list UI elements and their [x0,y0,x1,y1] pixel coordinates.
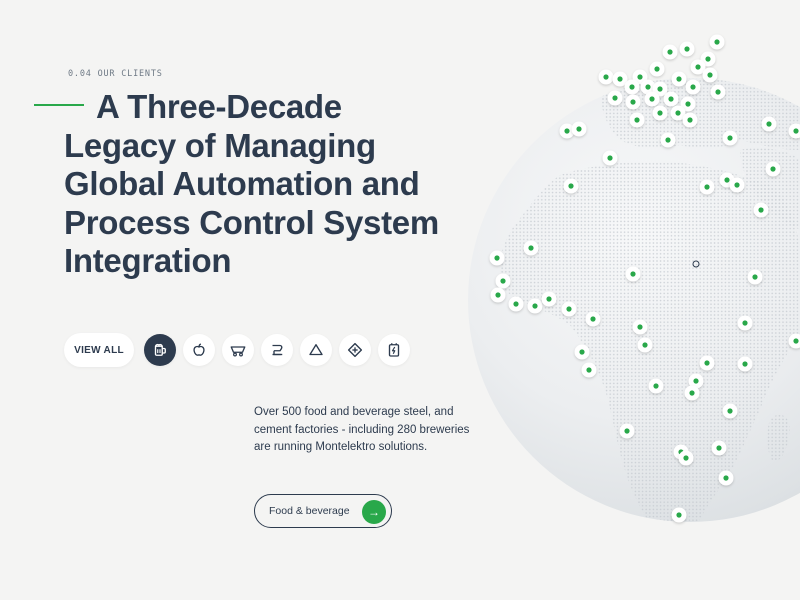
client-marker-dot [676,512,682,518]
client-marker-dot [657,86,663,92]
mining-cart-icon [230,346,246,357]
clients-description: Over 500 food and beverage steel, and ce… [254,406,470,453]
client-marker-dot [590,316,596,322]
client-marker-dot [642,342,648,348]
client-marker-dot [707,72,713,78]
client-marker-dot [586,367,592,373]
client-marker-dot [500,278,506,284]
client-marker-dot [752,274,758,280]
client-marker-dot [704,360,710,366]
client-marker-dot [667,49,673,55]
client-marker-dot [734,182,740,188]
client-marker-dot [657,110,663,116]
client-marker-dot [630,99,636,105]
client-marker-dot [513,301,519,307]
client-marker-dot [727,408,733,414]
client-marker-dot [766,121,772,127]
client-marker-dot [714,39,720,45]
client-marker-dot [568,183,574,189]
client-marker-dot [687,117,693,123]
client-marker-dot [684,46,690,52]
client-marker-dot [649,96,655,102]
category-food-button[interactable] [183,334,215,366]
diamond-plus-icon [347,342,363,358]
food-beverage-button[interactable]: Food & beverage → [254,494,392,528]
client-marker-dot [607,155,613,161]
client-marker-dot [695,64,701,70]
client-marker-dot [676,76,682,82]
client-marker-dot [742,361,748,367]
client-marker-dot [546,296,552,302]
beer-mug-icon [154,343,166,356]
arrow-right-icon: → [362,500,386,524]
food-beverage-label: Food & beverage [269,505,350,517]
client-marker-dot [705,56,711,62]
client-marker-dot [617,76,623,82]
client-marker-dot [727,135,733,141]
client-marker-dot [665,137,671,143]
category-mining-button[interactable] [222,334,254,366]
client-marker-dot [685,101,691,107]
client-marker-dot [630,271,636,277]
accent-rule [34,104,84,107]
client-marker-dot [654,66,660,72]
client-marker-dot [603,74,609,80]
client-marker-dot [566,306,572,312]
client-marker-dot [528,245,534,251]
client-marker-dot [770,166,776,172]
client-marker-dot [704,184,710,190]
client-marker-dot [624,428,630,434]
client-marker-dot [675,110,681,116]
client-marker-dot [576,126,582,132]
client-marker-dot [645,84,651,90]
category-energy-button[interactable] [378,334,410,366]
client-marker-dot [689,390,695,396]
section-eyebrow: 0.04 OUR CLIENTS [68,69,163,79]
view-all-button[interactable]: VIEW ALL [64,333,134,367]
client-marker-dot [668,96,674,102]
apple-icon [193,343,205,356]
headline-bold-1: Managing [224,126,376,164]
client-marker-dot [683,455,689,461]
client-marker-dot [637,74,643,80]
client-marker-dot [723,475,729,481]
category-cement-button[interactable] [300,334,332,366]
client-marker-dot [758,207,764,213]
client-marker-dot [495,292,501,298]
client-marker-dot [637,324,643,330]
headline-line-3: and [352,165,420,202]
client-marker-dot [715,89,721,95]
client-marker-dot [793,128,799,134]
battery-power-icon [388,343,400,357]
client-marker-dot [716,445,722,451]
client-marker-dot [690,84,696,90]
headline-line-5: Integration [64,242,232,279]
category-beer-button[interactable] [144,334,176,366]
client-marker-dot [532,303,538,309]
category-chemical-button[interactable] [339,334,371,366]
headline-line-2: Legacy of [64,126,225,164]
headline-line-4: Process Control System [64,203,439,241]
bread-mixer-icon [272,344,283,356]
client-marker-dot [793,338,799,344]
client-marker-dot [564,128,570,134]
page-title: A Three-Decade Legacy of Managing Global… [34,88,484,281]
client-marker-dot [579,349,585,355]
client-marker-dot [629,84,635,90]
triangle-icon [309,344,323,356]
client-marker-dot [612,95,618,101]
client-marker-dot [742,320,748,326]
client-marker-dot [693,378,699,384]
clients-section: 0.04 OUR CLIENTS A Three-Decade Legacy o… [0,0,800,600]
client-marker-dot [494,255,500,261]
category-bakery-button[interactable] [261,334,293,366]
client-marker-dot [653,383,659,389]
client-marker-dot [634,117,640,123]
headline-line-1: A Three-Decade [96,88,342,125]
headline-bold-2: Global Automation [64,165,353,202]
client-marker-dot [724,177,730,183]
